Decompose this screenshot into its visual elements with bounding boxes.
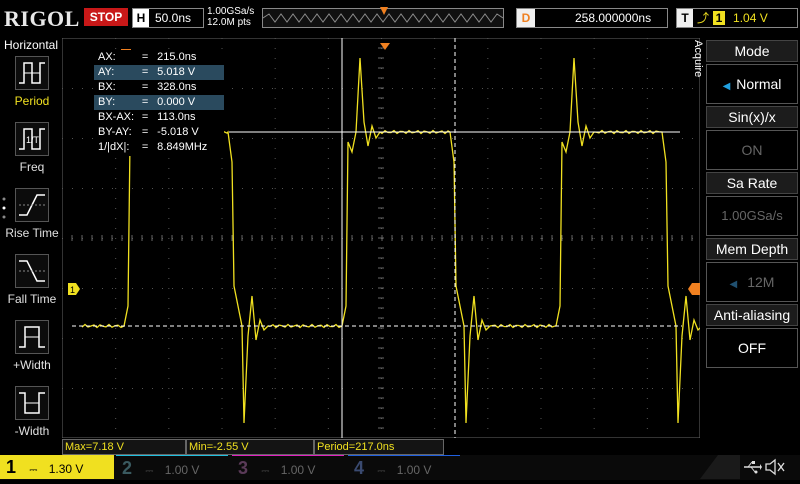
pos-width-icon	[15, 320, 49, 354]
measure-period-button[interactable]: Period	[4, 56, 60, 118]
dc-coupling-icon: ⎓	[29, 465, 38, 476]
run-stop-indicator[interactable]: STOP	[84, 8, 128, 26]
neg-width-icon	[15, 386, 49, 420]
channel-1-number: 1	[6, 457, 17, 477]
delay-display[interactable]: D 258.000000ns	[516, 8, 668, 28]
timebase-value: 50.0ns	[155, 11, 192, 25]
horizontal-timebase[interactable]: H 50.0ns	[132, 8, 204, 28]
horizontal-label: H	[133, 9, 149, 27]
memory-points: 12.0M pts	[207, 17, 251, 28]
channel-3-number: 3	[238, 458, 249, 478]
delay-label: D	[517, 9, 535, 27]
measure-freq-button[interactable]: 1/T Freq	[4, 122, 60, 184]
channel-4-number: 4	[354, 458, 365, 478]
sa-rate-value: 1.00GSa/s	[706, 196, 798, 236]
anti-aliasing-header: Anti-aliasing	[706, 304, 798, 326]
neg-width-label: -Width	[14, 424, 50, 438]
cursor-measurement-panel: AX: = 215.0ns AY: = 5.018 V BX: = 328.0ns BY: =…	[94, 50, 224, 156]
dc-coupling-icon: ⎓	[261, 466, 270, 477]
sa-rate-button[interactable]: Sa Rate 1.00GSa/s	[706, 172, 798, 236]
sinx-header: Sin(x)/x	[706, 106, 798, 128]
measure-row: BX-AX: = 113.0ns	[98, 111, 196, 123]
channel-1-button[interactable]: 1 ⎓ 1.30 V	[0, 455, 114, 479]
measure-neg-width-button[interactable]: -Width	[4, 386, 60, 448]
stat-max: Max=7.18 V	[62, 439, 186, 455]
brand-logo: RIGOL	[4, 6, 80, 31]
measure-row: BY-AY: = -5.018 V	[98, 126, 199, 138]
fall-time-label: Fall Time	[7, 292, 57, 306]
trigger-level: 1.04 V	[733, 11, 768, 25]
left-arrow-icon: ◀	[722, 81, 731, 92]
speaker-muted-icon[interactable]	[764, 458, 786, 476]
channel-4-scale: 1.00 V	[396, 463, 432, 477]
freq-label: Freq	[19, 160, 45, 174]
channel-3-scale: 1.00 V	[280, 463, 316, 477]
stat-period: Period=217.0ns	[314, 439, 444, 455]
trigger-source: 1	[713, 11, 726, 25]
acquire-menu-tab[interactable]: Acquire	[688, 40, 704, 160]
channel-1-scale: 1.30 V	[48, 462, 84, 476]
svg-text:1/T: 1/T	[26, 135, 40, 145]
mode-header: Mode	[706, 40, 798, 62]
left-menu-title: Horizontal	[3, 38, 59, 52]
trigger-level-marker-icon[interactable]	[688, 282, 700, 295]
anti-aliasing-button[interactable]: Anti-aliasing OFF	[706, 304, 798, 368]
ch1-ground-marker-icon[interactable]: 1	[68, 282, 80, 295]
sa-rate-header: Sa Rate	[706, 172, 798, 194]
trigger-display[interactable]: T ⤴ 1 1.04 V	[676, 8, 798, 28]
mem-depth-header: Mem Depth	[706, 238, 798, 260]
fall-time-icon	[15, 254, 49, 288]
mode-value: Normal	[736, 76, 782, 92]
dc-coupling-icon: ⎓	[145, 466, 154, 477]
measure-row: BY: = 0.000 V	[94, 95, 224, 110]
menu-page-dots-icon	[2, 196, 6, 224]
channel-4-button[interactable]: 4 ⎓ 1.00 V	[348, 455, 460, 480]
stat-min: Min=-2.55 V	[186, 439, 314, 455]
mem-depth-button[interactable]: Mem Depth ◀ 12M	[706, 238, 798, 302]
usb-icon	[742, 459, 762, 475]
trigger-time-marker-icon	[380, 38, 390, 50]
measure-row: AY: = 5.018 V	[94, 65, 224, 80]
trigger-label: T	[677, 9, 693, 27]
channel-2-number: 2	[122, 458, 133, 478]
corner-decoration	[700, 455, 740, 479]
trigger-position-marker-icon	[380, 4, 388, 15]
rise-time-label: Rise Time	[5, 226, 59, 240]
mem-depth-value: 12M	[747, 274, 775, 290]
measure-row: AX: = 215.0ns	[98, 51, 197, 63]
sinx-button[interactable]: Sin(x)/x ON	[706, 106, 798, 170]
acquire-mode-button[interactable]: Mode ◀ Normal	[706, 40, 798, 104]
channel-3-button[interactable]: 3 ⎓ 1.00 V	[232, 455, 344, 480]
sinx-value: ON	[706, 130, 798, 170]
mem-depth-value-box: ◀ 12M	[706, 262, 798, 302]
rising-edge-icon: ⤴	[697, 11, 710, 25]
freq-icon: 1/T	[15, 122, 49, 156]
measure-rise-time-button[interactable]: Rise Time	[4, 188, 60, 250]
mode-value-box: ◀ Normal	[706, 64, 798, 104]
measure-fall-time-button[interactable]: Fall Time	[4, 254, 60, 316]
rise-time-icon	[15, 188, 49, 222]
dc-coupling-icon: ⎓	[377, 466, 386, 477]
sample-info: 1.00GSa/s 12.0M pts	[207, 6, 254, 28]
measure-row: BX: = 328.0ns	[98, 81, 197, 93]
measure-row: 1/|dX|: = 8.849MHz	[98, 141, 208, 153]
channel-2-button[interactable]: 2 ⎓ 1.00 V	[116, 455, 228, 480]
period-label: Period	[14, 94, 50, 108]
delay-value: 258.000000ns	[575, 11, 652, 25]
sample-rate: 1.00GSa/s	[207, 6, 255, 17]
svg-text:1: 1	[70, 285, 75, 295]
anti-aliasing-value: OFF	[706, 328, 798, 368]
pos-width-label: +Width	[13, 358, 51, 372]
left-arrow-icon: ◀	[729, 279, 738, 290]
measure-pos-width-button[interactable]: +Width	[4, 320, 60, 382]
channel-2-scale: 1.00 V	[164, 463, 200, 477]
period-icon	[15, 56, 49, 90]
